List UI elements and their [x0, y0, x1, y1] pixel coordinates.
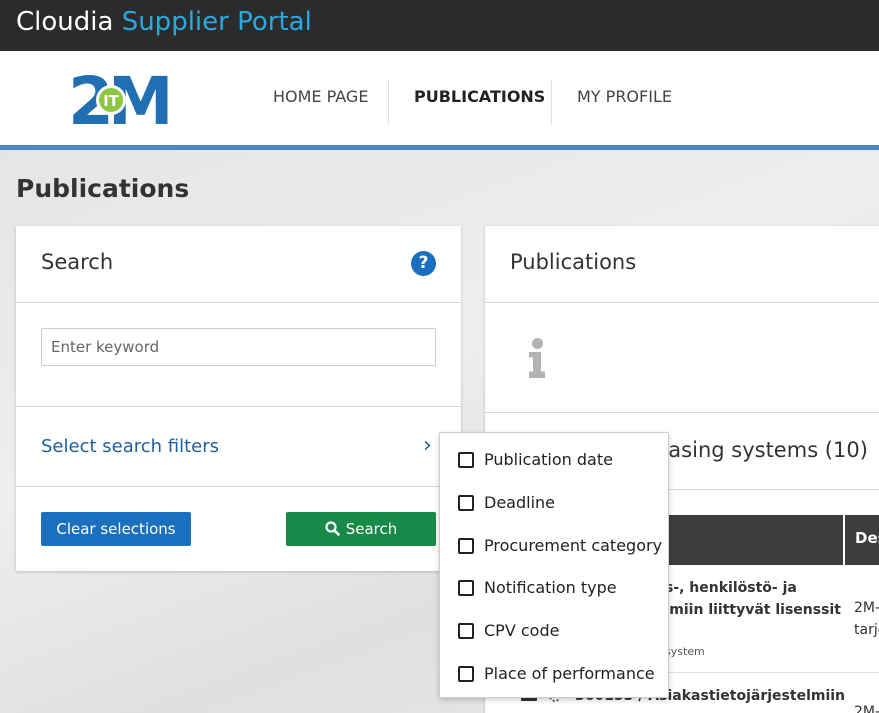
filter-option-label[interactable]: Publication date	[484, 450, 613, 469]
search-button[interactable]: Search	[286, 512, 436, 546]
main-nav: 2M IT HOME PAGE PUBLICATIONS MY PROFILE	[0, 51, 879, 150]
nav-home-page[interactable]: HOME PAGE	[273, 87, 368, 106]
top-bar: Cloudia Supplier Portal	[0, 0, 879, 51]
checkbox[interactable]	[458, 495, 474, 511]
search-filters-menu: Publication date Deadline Procurement ca…	[439, 432, 669, 698]
filter-option-label[interactable]: CPV code	[484, 621, 559, 640]
logo-badge: IT	[103, 92, 120, 110]
info-icon	[529, 338, 545, 378]
filter-option-label[interactable]: Notification type	[484, 578, 617, 597]
nav-divider	[388, 79, 389, 125]
divider	[485, 412, 879, 413]
search-button-label: Search	[345, 520, 398, 538]
row-description: 2M-	[854, 704, 879, 713]
row-description: tarjo	[854, 622, 879, 638]
checkbox[interactable]	[458, 452, 474, 468]
page-title: Publications	[16, 174, 190, 203]
table-header-description[interactable]: Des	[855, 529, 879, 547]
divider	[16, 486, 461, 487]
search-icon	[325, 521, 340, 536]
divider	[16, 406, 461, 407]
category-heading[interactable]: hasing systems (10)	[655, 438, 868, 462]
select-search-filters[interactable]: Select search filters	[41, 436, 219, 457]
help-icon[interactable]: ?	[411, 251, 436, 276]
keyword-input[interactable]	[41, 328, 436, 366]
publications-panel-title: Publications	[510, 250, 637, 274]
nav-publications[interactable]: PUBLICATIONS	[414, 87, 545, 106]
row-meta: system	[665, 645, 705, 658]
clear-selections-button[interactable]: Clear selections	[41, 512, 191, 546]
row-title[interactable]: elmiin liittyvät lisenssit	[655, 602, 841, 618]
checkbox[interactable]	[458, 623, 474, 639]
search-panel-title: Search	[41, 250, 114, 274]
filter-option-label[interactable]: Place of performance	[484, 664, 655, 683]
chevron-right-icon[interactable]: ›	[423, 433, 432, 458]
nav-my-profile[interactable]: MY PROFILE	[577, 87, 672, 106]
checkbox[interactable]	[458, 580, 474, 596]
divider	[16, 302, 461, 303]
search-panel: Search ? Select search filters › Clear s…	[16, 226, 461, 571]
filter-option-label[interactable]: Deadline	[484, 493, 555, 512]
portal-title-prefix: Cloudia	[16, 7, 114, 37]
nav-divider	[551, 79, 552, 125]
filter-option-label[interactable]: Procurement category	[484, 536, 662, 555]
row-description: 2M-	[854, 600, 879, 616]
divider	[485, 302, 879, 303]
row-title[interactable]: us-, henkilöstö- ja	[655, 580, 797, 596]
checkbox[interactable]	[458, 538, 474, 554]
logo-2mit[interactable]: 2M IT	[68, 66, 172, 128]
portal-title-accent: Supplier Portal	[121, 7, 312, 37]
portal-title: Cloudia Supplier Portal	[16, 7, 312, 37]
checkbox[interactable]	[458, 666, 474, 682]
